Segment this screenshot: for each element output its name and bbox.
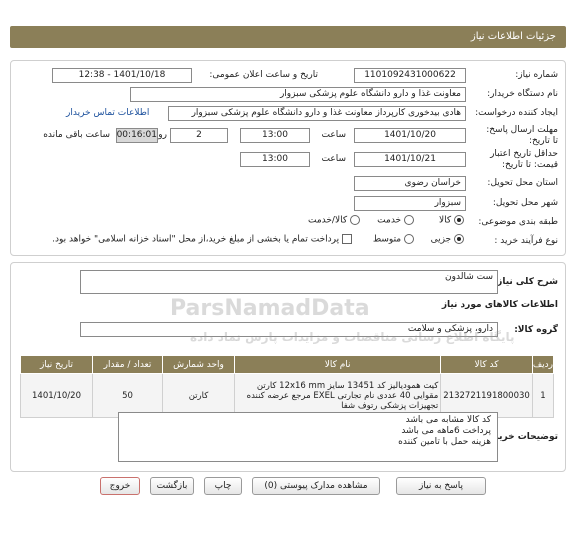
process-option-medium[interactable]: متوسط xyxy=(373,234,414,245)
validity-time-field: 13:00 xyxy=(240,152,310,167)
category-option-service[interactable]: خدمت xyxy=(377,215,414,226)
process-option-minor-label: جزیی xyxy=(430,234,452,245)
province-field: خراسان رضوی xyxy=(354,176,466,191)
deadline-time-field: 13:00 xyxy=(240,128,310,143)
city-label: شهر محل تحویل: xyxy=(492,198,558,208)
process-option-medium-label: متوسط xyxy=(372,234,402,245)
radio-checked-icon[interactable] xyxy=(454,215,464,225)
col-date: تاریخ نیاز xyxy=(20,355,93,374)
summary-field: ست شالدون xyxy=(80,270,498,294)
validity-label: حداقل تاریخ اعتبار قیمت: تا تاریخ: xyxy=(490,149,558,170)
buyer-note-line: پرداخت 6ماهه می باشد xyxy=(401,426,491,436)
creator-label: ایجاد کننده درخواست: xyxy=(475,108,558,118)
category-label: طبقه بندی موضوعی: xyxy=(478,217,558,227)
announce-date-label: تاریخ و ساعت اعلان عمومی: xyxy=(209,70,318,80)
buyer-org-field: معاونت غذا و دارو دانشگاه علوم پزشکی سبز… xyxy=(130,87,466,102)
watermark-logo: ParsNamadData xyxy=(170,296,370,321)
radio-checked-icon[interactable] xyxy=(454,234,464,244)
col-unit: واحد شمارش xyxy=(162,355,235,374)
row-code: 2132721191800030 xyxy=(440,373,533,418)
deadline-time-label: ساعت xyxy=(321,130,347,140)
radio-unchecked-icon[interactable] xyxy=(404,215,414,225)
buyer-org-label: نام دستگاه خریدار: xyxy=(487,89,558,99)
announce-date-field: 1401/10/18 - 12:38 xyxy=(52,68,192,83)
days-remaining-field: 2 xyxy=(170,128,228,143)
col-index: ردیف xyxy=(531,355,555,374)
reply-button[interactable]: پاسخ به نیاز xyxy=(396,477,486,495)
need-number-field: 1101092431000622 xyxy=(354,68,466,83)
row-name: کیت همودیالیز کد 13451 سایز 12x16 mm کار… xyxy=(233,373,442,418)
radio-unchecked-icon[interactable] xyxy=(350,215,360,225)
deadline-label: مهلت ارسال پاسخ: تا تاریخ: xyxy=(486,125,558,146)
summary-label: شرح کلی نیاز: xyxy=(493,277,558,287)
goods-table-wrap: ردیف کد کالا نام کالا واحد شمارش تعداد /… xyxy=(20,355,555,418)
col-code: کد کالا xyxy=(440,355,533,374)
remaining-time-label: ساعت باقی مانده xyxy=(43,130,110,140)
category-option-goods[interactable]: کالا xyxy=(439,215,464,226)
view-attachments-button[interactable]: مشاهده مدارک پیوستی (0) xyxy=(252,477,380,495)
validity-date-field: 1401/10/21 xyxy=(354,152,466,167)
table-row: 1 2132721191800030 کیت همودیالیز کد 1345… xyxy=(20,373,555,418)
goods-table-header: ردیف کد کالا نام کالا واحد شمارش تعداد /… xyxy=(20,355,555,374)
page-title: جزئیات اطلاعات نیاز xyxy=(10,26,566,48)
process-label: نوع فرآیند خرید : xyxy=(494,236,558,246)
province-label: استان محل تحویل: xyxy=(487,178,558,188)
creator-field: هادی بیدخوری کارپرداز معاونت غذا و دارو … xyxy=(168,106,466,121)
back-button[interactable]: بازگشت xyxy=(150,477,194,495)
watermark-subtext: پایگاه اطلاع رسانی مناقصات و مزایدات پار… xyxy=(190,330,515,344)
need-number-label: شماره نیاز: xyxy=(515,70,558,80)
remaining-time-field: 00:16:01 xyxy=(116,128,158,143)
islamic-treasury-checkbox[interactable]: پرداخت تمام یا بخشی از مبلغ خرید،از محل … xyxy=(52,234,352,245)
validity-time-label: ساعت xyxy=(321,154,347,164)
col-qty: تعداد / مقدار xyxy=(92,355,163,374)
checkbox-icon[interactable] xyxy=(342,234,352,244)
radio-unchecked-icon[interactable] xyxy=(404,234,414,244)
deadline-date-field: 1401/10/20 xyxy=(354,128,466,143)
row-qty: 50 xyxy=(92,373,163,418)
buyer-note-line: هزینه حمل با تامین کننده xyxy=(398,437,491,447)
category-option-service-label: خدمت xyxy=(377,215,402,226)
city-field: سبزوار xyxy=(354,196,466,211)
row-date: 1401/10/20 xyxy=(20,373,93,418)
exit-button[interactable]: خروج xyxy=(100,477,140,495)
category-option-goods-label: کالا xyxy=(438,215,452,226)
goods-table: ردیف کد کالا نام کالا واحد شمارش تعداد /… xyxy=(20,355,555,418)
process-option-minor[interactable]: جزیی xyxy=(431,234,464,245)
buyer-notes-field: کد کالا مشابه می باشد پرداخت 6ماهه می با… xyxy=(118,412,498,462)
row-index: 1 xyxy=(531,373,555,418)
buyer-contact-link[interactable]: اطلاعات تماس خریدار xyxy=(66,108,149,118)
category-option-goods-service-label: کالا/خدمت xyxy=(307,215,348,226)
row-unit: کارتن xyxy=(162,373,235,418)
print-button[interactable]: چاپ xyxy=(204,477,242,495)
goods-section-title: اطلاعات کالاهای مورد نیاز xyxy=(441,300,558,310)
col-name: نام کالا xyxy=(233,355,442,374)
buyer-note-line: کد کالا مشابه می باشد xyxy=(405,415,491,425)
payment-note: پرداخت تمام یا بخشی از مبلغ خرید،از محل … xyxy=(52,234,340,245)
category-option-goods-service[interactable]: کالا/خدمت xyxy=(308,215,360,226)
goods-group-label: گروه کالا: xyxy=(514,325,558,335)
